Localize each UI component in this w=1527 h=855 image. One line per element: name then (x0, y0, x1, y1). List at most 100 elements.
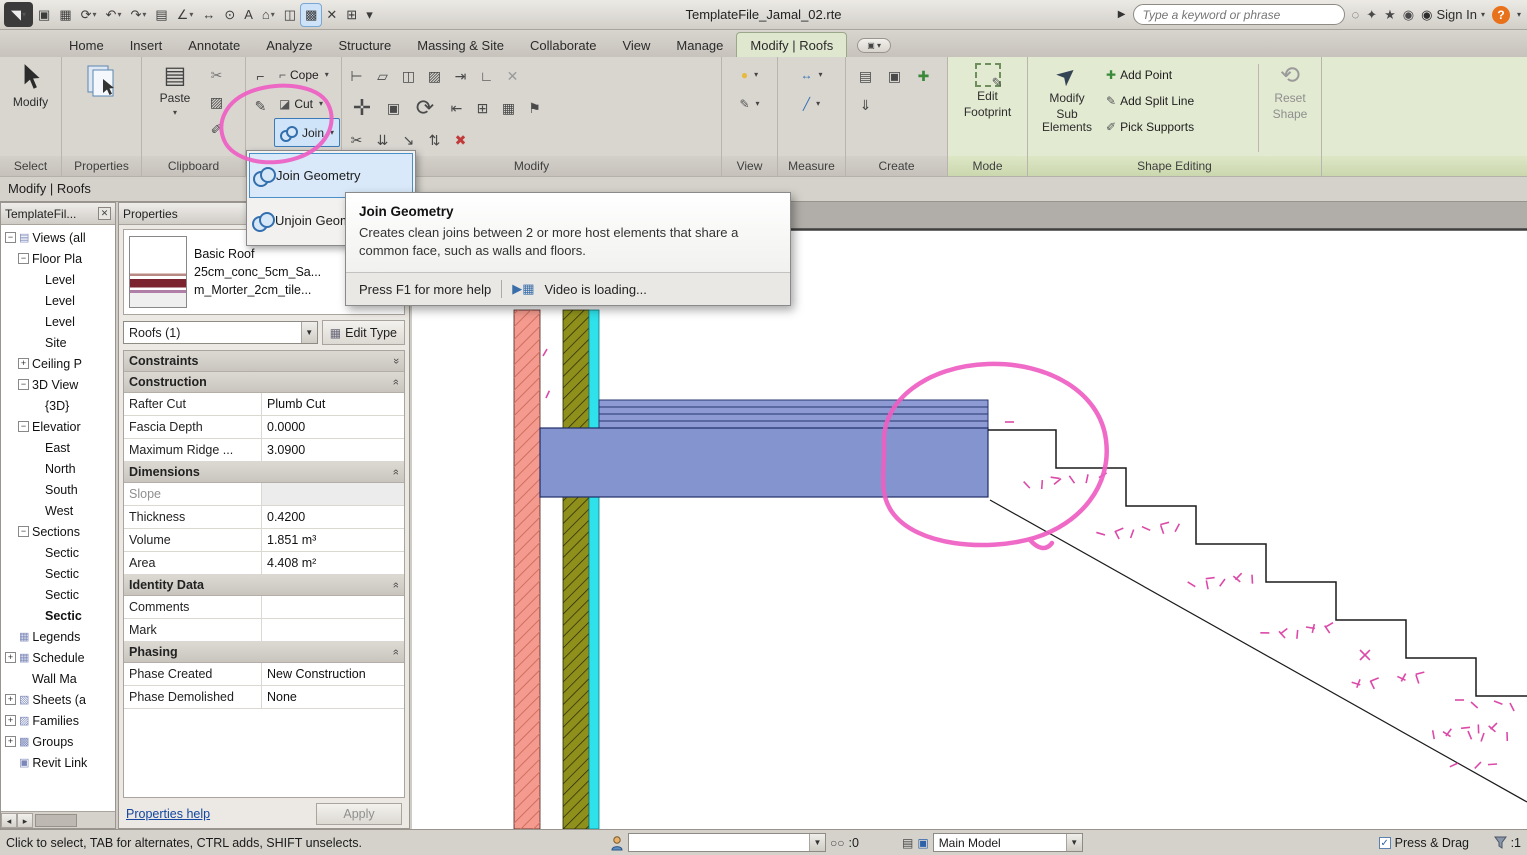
tree-item-east[interactable]: East (1, 437, 115, 458)
application-menu-button[interactable]: ◥ ▾ (4, 2, 34, 27)
paint-icon[interactable]: ✎ (249, 95, 272, 118)
add-split-line-button[interactable]: ✎ Add Split Line (1103, 88, 1255, 114)
panel-label-mode[interactable]: Mode (948, 156, 1027, 176)
chevron-down-icon[interactable]: ▾ (754, 70, 758, 79)
sign-in-button[interactable]: ◉ Sign In ▾ (1421, 7, 1485, 23)
expand-icon[interactable]: + (18, 358, 29, 369)
group-header-phasing[interactable]: Phasing » (124, 642, 404, 663)
aligned-dimension-icon[interactable]: ↔ ▾ (795, 60, 827, 89)
save-icon[interactable]: ▦ (55, 4, 75, 26)
tree-item-level[interactable]: Level (1, 311, 115, 332)
property-value[interactable]: 0.0000 (262, 416, 404, 438)
measure-between-icon[interactable]: ╱ ▾ (798, 89, 825, 118)
tree-item-ceiling-p[interactable]: + Ceiling P (1, 353, 115, 374)
wall-joins-icon[interactable]: ⌐ (249, 64, 272, 87)
keyword-search[interactable] (1132, 4, 1345, 25)
expand-icon[interactable]: + (5, 694, 16, 705)
cut-geometry-button[interactable]: ◪ Cut ▾ (274, 89, 340, 118)
sync-icon[interactable]: ⟳ ▾ (77, 4, 101, 26)
group-chevron-icon[interactable]: » (390, 358, 402, 364)
edit-footprint-button[interactable]: Edit Footprint (958, 60, 1018, 156)
group-chevron-icon[interactable]: » (390, 649, 402, 655)
copy-to-clipboard-icon[interactable]: ▨ (205, 91, 228, 114)
properties-help-link[interactable]: Properties help (126, 807, 210, 821)
workset-selector[interactable]: ▼ (628, 833, 826, 852)
match-type-properties-icon[interactable]: ✐ (205, 118, 228, 141)
print-icon[interactable]: ▤ (151, 4, 171, 26)
mirror-pick-axis-icon[interactable]: ◫ (397, 65, 420, 88)
close-hidden-windows-icon[interactable]: ✕ (322, 4, 341, 26)
tree-item-sectic[interactable]: Sectic (1, 605, 115, 626)
tree-item-schedule[interactable]: + ▦ Schedule (1, 647, 115, 668)
chevron-down-icon[interactable]: ▾ (756, 99, 760, 108)
tree-item-sectic[interactable]: Sectic (1, 584, 115, 605)
create-group-icon[interactable]: ▣ (883, 65, 906, 88)
aligned-dimension-icon[interactable]: ↔ (198, 4, 219, 26)
tree-item-views-all[interactable]: − ▤ Views (all (1, 227, 115, 248)
tree-item-3d-view[interactable]: −3D View (1, 374, 115, 395)
light-bulb-icon[interactable]: ● ▾ (736, 60, 763, 89)
move-icon[interactable]: ✛ (345, 91, 379, 125)
editable-only-icon[interactable]: ○○ (830, 836, 845, 850)
group-header-dimensions[interactable]: Dimensions » (124, 462, 404, 483)
chevron-down-icon[interactable]: ▼ (1065, 834, 1082, 851)
chevron-down-icon[interactable]: ▾ (319, 99, 323, 108)
split-element-icon[interactable]: ⇤ (445, 97, 468, 120)
create-similar-icon[interactable]: ✚ (912, 65, 935, 88)
group-header-identity-data[interactable]: Identity Data » (124, 575, 404, 596)
collapse-icon[interactable]: − (18, 526, 29, 537)
modify-sub-elements-button[interactable]: ➤ Modify Sub Elements (1031, 59, 1103, 156)
extend-icon[interactable]: ⇥ (449, 65, 472, 88)
tree-item-west[interactable]: West (1, 500, 115, 521)
tab-home[interactable]: Home (56, 33, 117, 57)
wall-section[interactable] (513, 309, 600, 829)
panel-label-view[interactable]: View (722, 156, 777, 176)
property-value[interactable] (262, 596, 404, 618)
stair-outline[interactable] (988, 429, 1527, 697)
properties-button[interactable] (72, 60, 132, 156)
apply-button[interactable]: Apply (316, 803, 402, 825)
tree-item-wall-ma[interactable]: Wall Ma (1, 668, 115, 689)
group-header-construction[interactable]: Construction » (124, 372, 404, 393)
help-button[interactable]: ? (1491, 5, 1510, 24)
panel-label-measure[interactable]: Measure (778, 156, 845, 176)
scale-icon[interactable]: ↘ (397, 129, 420, 152)
open-icon[interactable]: ▣ (34, 4, 54, 26)
collapse-icon[interactable]: − (18, 421, 29, 432)
cut-to-clipboard-icon[interactable]: ✂ (205, 64, 228, 87)
chevron-down-icon[interactable]: ▾ (325, 70, 329, 79)
join-button[interactable]: Join ▾ (274, 118, 341, 147)
property-value[interactable]: New Construction (262, 663, 404, 685)
roof-slab[interactable] (539, 399, 989, 498)
design-option-selector[interactable]: Main Model ▼ (932, 833, 1083, 852)
tile-windows-icon[interactable]: ⊞ (342, 4, 361, 26)
split-icon[interactable]: ✂ (345, 129, 368, 152)
linework-icon[interactable]: ✎ ▾ (734, 89, 764, 118)
scroll-right-icon[interactable]: ▸ (17, 812, 33, 828)
rotate-icon[interactable]: ⟳ (408, 91, 442, 125)
property-value[interactable]: 1.851 m³ (262, 529, 404, 551)
toolbar-extender-icon[interactable]: ▶ (1118, 9, 1126, 20)
expand-icon[interactable]: + (5, 715, 16, 726)
qat-overflow-icon[interactable]: ▾ (362, 4, 377, 26)
tab-collaborate[interactable]: Collaborate (517, 33, 610, 57)
property-value[interactable]: None (262, 686, 404, 708)
section-icon[interactable]: ◫ (280, 4, 300, 26)
press-drag-checkbox[interactable]: ✓ (1378, 836, 1391, 849)
tree-item-site[interactable]: Site (1, 332, 115, 353)
tab-modify-roofs[interactable]: Modify | Roofs (736, 32, 848, 57)
tab-insert[interactable]: Insert (117, 33, 176, 57)
tab-annotate[interactable]: Annotate (175, 33, 253, 57)
load-into-project-icon[interactable]: ⇓ (854, 94, 877, 117)
browser-close-icon[interactable]: ✕ (98, 207, 111, 220)
pin-icon[interactable]: ⚑ (523, 97, 546, 120)
mirror-draw-axis-icon[interactable]: ▨ (423, 65, 446, 88)
chevron-down-icon[interactable]: ▼ (809, 834, 825, 851)
property-value[interactable] (262, 483, 404, 505)
switch-windows-icon[interactable]: ▩ (300, 2, 323, 27)
array-icon[interactable]: ⊞ (471, 97, 494, 120)
ribbon-display-toggle[interactable]: ▣ ▾ (857, 38, 892, 53)
offset-icon[interactable]: ▱ (371, 65, 394, 88)
align-icon[interactable]: ⊢ (345, 65, 368, 88)
sign-in-avatar-icon[interactable]: ◉ (1403, 7, 1414, 23)
